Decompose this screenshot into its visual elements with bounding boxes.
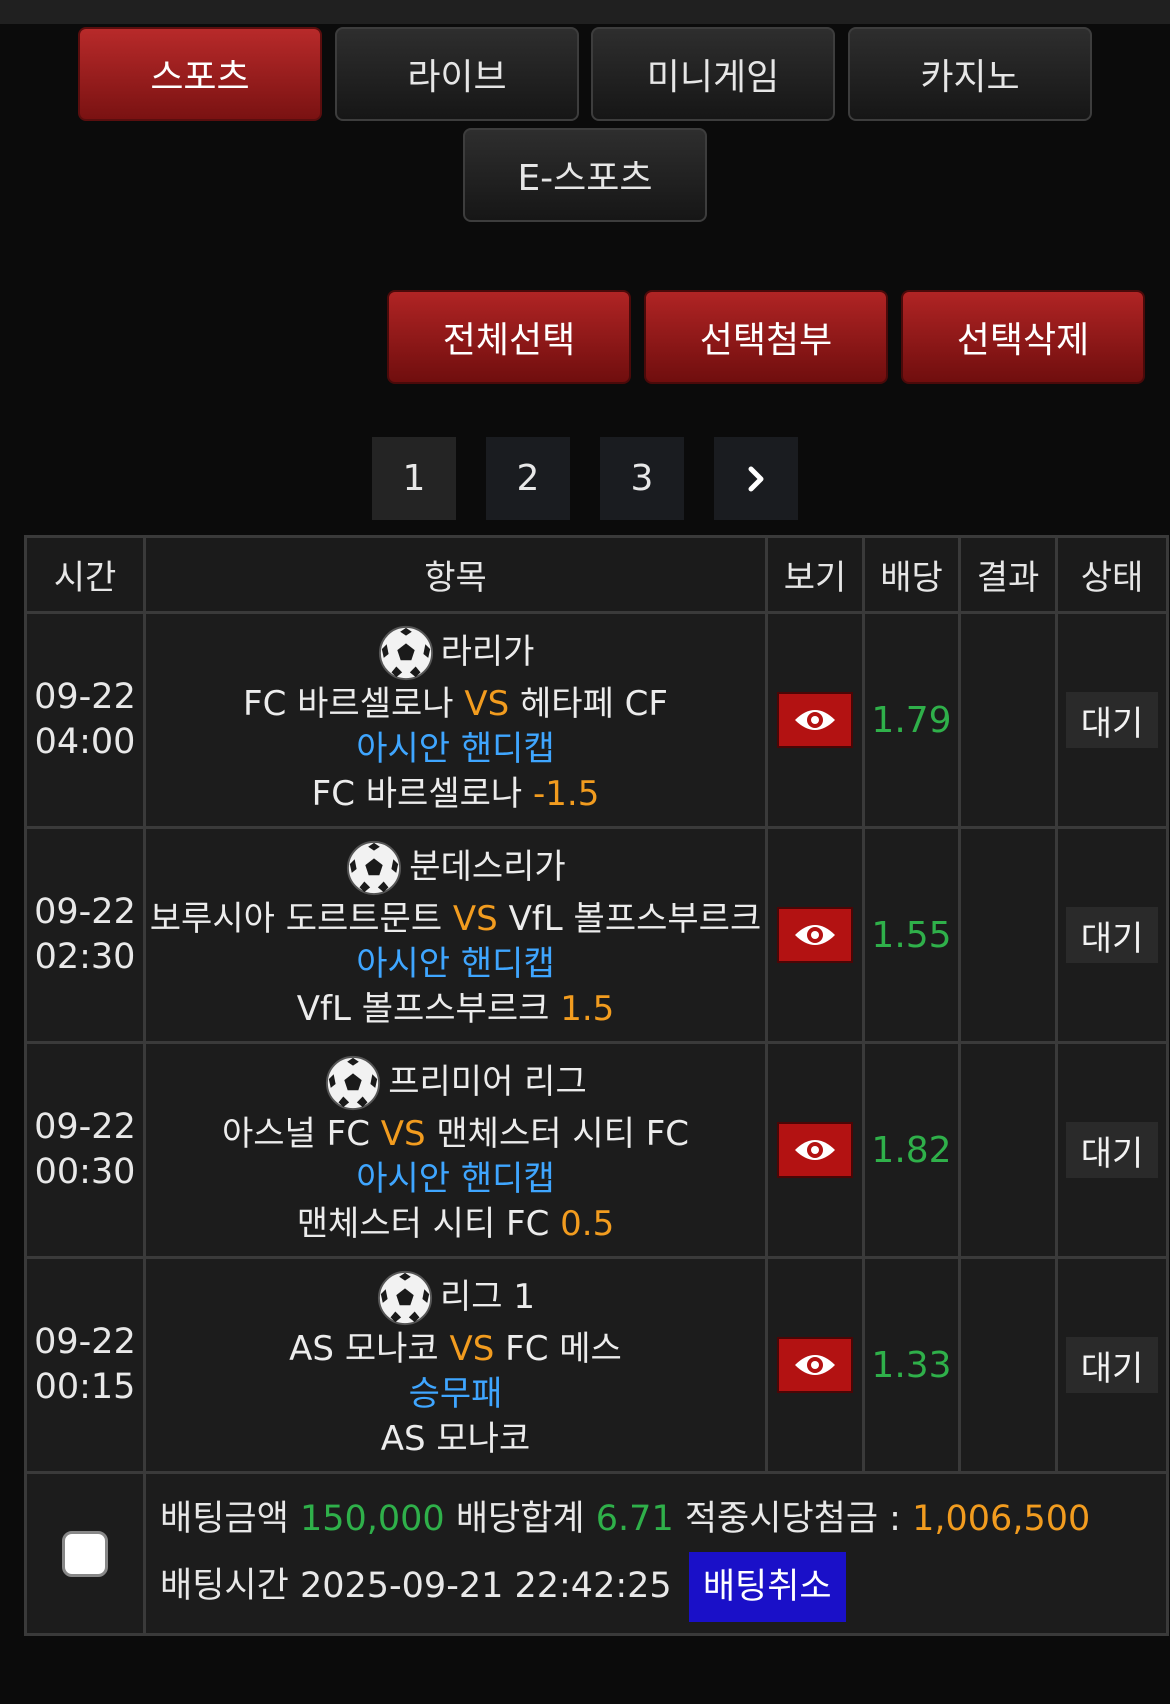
tab-minigame[interactable]: 미니게임 bbox=[591, 27, 835, 121]
select-all-button[interactable]: 전체선택 bbox=[387, 290, 631, 384]
select-cell bbox=[24, 1471, 146, 1636]
total-odds: 6.71 bbox=[595, 1498, 674, 1539]
view-cell bbox=[765, 1041, 865, 1259]
attach-selected-button[interactable]: 선택첨부 bbox=[644, 290, 888, 384]
view-cell bbox=[765, 611, 865, 829]
payout-amount: 1,006,500 bbox=[912, 1498, 1091, 1539]
total-odds-label: 배당합계 bbox=[455, 1498, 585, 1539]
soccer-ball-icon bbox=[326, 1055, 381, 1110]
view-cell bbox=[765, 826, 865, 1044]
tab-sports[interactable]: 스포츠 bbox=[78, 27, 322, 121]
match-time: 09-22 00:15 bbox=[24, 1256, 146, 1474]
header-item: 항목 bbox=[143, 535, 768, 614]
category-tabs: 스포츠 라이브 미니게임 카지노 E-스포츠 bbox=[0, 27, 1170, 227]
table-row: 09-22 04:00 라리가 FC 바르셀로나 VS 헤타페 CF 아시안 핸디… bbox=[24, 611, 1169, 829]
odds-value: 1.33 bbox=[862, 1256, 961, 1474]
cancel-bet-button[interactable]: 배팅취소 bbox=[688, 1551, 846, 1622]
result-value bbox=[958, 1256, 1058, 1474]
page-2-button[interactable]: 2 bbox=[486, 437, 570, 520]
view-details-button[interactable] bbox=[777, 692, 853, 748]
soccer-ball-icon bbox=[347, 840, 402, 895]
status-badge: 대기 bbox=[1066, 692, 1158, 748]
tab-live[interactable]: 라이브 bbox=[335, 27, 579, 121]
next-page-button[interactable] bbox=[714, 437, 798, 520]
status-cell: 대기 bbox=[1055, 1041, 1169, 1259]
status-badge: 대기 bbox=[1066, 1337, 1158, 1393]
odds-value: 1.82 bbox=[862, 1041, 961, 1259]
view-details-button[interactable] bbox=[777, 1337, 853, 1393]
table-row: 09-22 02:30 분데스리가 보루시아 도르트문트 VS VfL 볼프스부르… bbox=[24, 826, 1169, 1044]
league-name: 라리가 bbox=[440, 632, 535, 672]
market-type: 아시안 핸디캡 bbox=[356, 728, 555, 769]
header-odds: 배당 bbox=[862, 535, 961, 614]
league-name: 분데스리가 bbox=[409, 847, 566, 887]
table-row: 09-22 00:30 프리미어 리그 아스널 FC VS 맨체스터 시티 FC … bbox=[24, 1041, 1169, 1259]
eye-icon bbox=[795, 710, 835, 730]
bet-amount: 150,000 bbox=[299, 1498, 445, 1539]
header-view: 보기 bbox=[765, 535, 865, 614]
eye-icon bbox=[795, 1140, 835, 1160]
result-value bbox=[958, 1041, 1058, 1259]
pick: AS 모나코 bbox=[380, 1418, 531, 1459]
status-cell: 대기 bbox=[1055, 1256, 1169, 1474]
eye-icon bbox=[795, 1355, 835, 1375]
soccer-ball-icon bbox=[377, 1270, 433, 1325]
bet-summary: 배팅금액 150,000 배당합계 6.71 적중시당첨금 : 1,006,50… bbox=[143, 1471, 1169, 1636]
pick: VfL 볼프스부르크 1.5 bbox=[296, 988, 615, 1029]
status-cell: 대기 bbox=[1055, 611, 1169, 829]
view-details-button[interactable] bbox=[777, 1122, 853, 1178]
page-1-button[interactable]: 1 bbox=[372, 437, 456, 520]
matchup: FC 바르셀로나 VS 헤타페 CF bbox=[243, 683, 668, 724]
select-checkbox[interactable] bbox=[62, 1530, 108, 1577]
table-row: 09-22 00:15 리그 1 AS 모나코 VS FC 메스 승무패 AS 모… bbox=[24, 1256, 1169, 1474]
market-type: 아시안 핸디캡 bbox=[356, 1158, 555, 1199]
match-time: 09-22 02:30 bbox=[24, 826, 146, 1044]
top-bar bbox=[0, 0, 1170, 24]
tab-casino[interactable]: 카지노 bbox=[848, 27, 1092, 121]
delete-selected-button[interactable]: 선택삭제 bbox=[901, 290, 1145, 384]
eye-icon bbox=[795, 925, 835, 945]
odds-value: 1.55 bbox=[862, 826, 961, 1044]
market-type: 아시안 핸디캡 bbox=[356, 943, 555, 984]
pick: 맨체스터 시티 FC 0.5 bbox=[296, 1203, 615, 1244]
match-item: 리그 1 AS 모나코 VS FC 메스 승무패 AS 모나코 bbox=[143, 1256, 768, 1474]
view-cell bbox=[765, 1256, 865, 1474]
matchup: 보루시아 도르트문트 VS VfL 볼프스부르크 bbox=[149, 898, 762, 939]
match-item: 분데스리가 보루시아 도르트문트 VS VfL 볼프스부르크 아시안 핸디캡 V… bbox=[143, 826, 768, 1044]
header-time: 시간 bbox=[24, 535, 146, 614]
status-cell: 대기 bbox=[1055, 826, 1169, 1044]
league-name: 프리미어 리그 bbox=[388, 1062, 587, 1102]
chevron-right-icon bbox=[748, 466, 764, 491]
bet-summary-row: 배팅금액 150,000 배당합계 6.71 적중시당첨금 : 1,006,50… bbox=[24, 1471, 1169, 1636]
pick: FC 바르셀로나 -1.5 bbox=[311, 773, 600, 814]
table-header: 시간 항목 보기 배당 결과 상태 bbox=[24, 535, 1169, 614]
match-item: 프리미어 리그 아스널 FC VS 맨체스터 시티 FC 아시안 핸디캡 맨체스… bbox=[143, 1041, 768, 1259]
result-value bbox=[958, 611, 1058, 829]
header-result: 결과 bbox=[958, 535, 1058, 614]
league-name: 리그 1 bbox=[440, 1277, 535, 1317]
view-details-button[interactable] bbox=[777, 907, 853, 963]
odds-value: 1.79 bbox=[862, 611, 961, 829]
result-value bbox=[958, 826, 1058, 1044]
bet-time-label: 배팅시간 bbox=[160, 1565, 289, 1606]
header-status: 상태 bbox=[1055, 535, 1169, 614]
soccer-ball-icon bbox=[378, 625, 433, 680]
bet-table: 시간 항목 보기 배당 결과 상태 09-22 04:00 라리가 FC 바르셀로… bbox=[24, 535, 1169, 1636]
status-badge: 대기 bbox=[1066, 907, 1158, 963]
page-3-button[interactable]: 3 bbox=[600, 437, 684, 520]
bet-amount-label: 배팅금액 bbox=[160, 1498, 289, 1539]
matchup: 아스널 FC VS 맨체스터 시티 FC bbox=[221, 1113, 689, 1154]
match-time: 09-22 00:30 bbox=[24, 1041, 146, 1259]
match-item: 라리가 FC 바르셀로나 VS 헤타페 CF 아시안 핸디캡 FC 바르셀로나 … bbox=[143, 611, 768, 829]
status-badge: 대기 bbox=[1066, 1122, 1158, 1178]
bet-time: 2025-09-21 22:42:25 bbox=[299, 1565, 672, 1606]
market-type: 승무패 bbox=[408, 1373, 503, 1414]
match-time: 09-22 04:00 bbox=[24, 611, 146, 829]
payout-label: 적중시당첨금 : bbox=[684, 1498, 901, 1539]
tab-esports[interactable]: E-스포츠 bbox=[463, 128, 707, 222]
matchup: AS 모나코 VS FC 메스 bbox=[289, 1328, 622, 1369]
